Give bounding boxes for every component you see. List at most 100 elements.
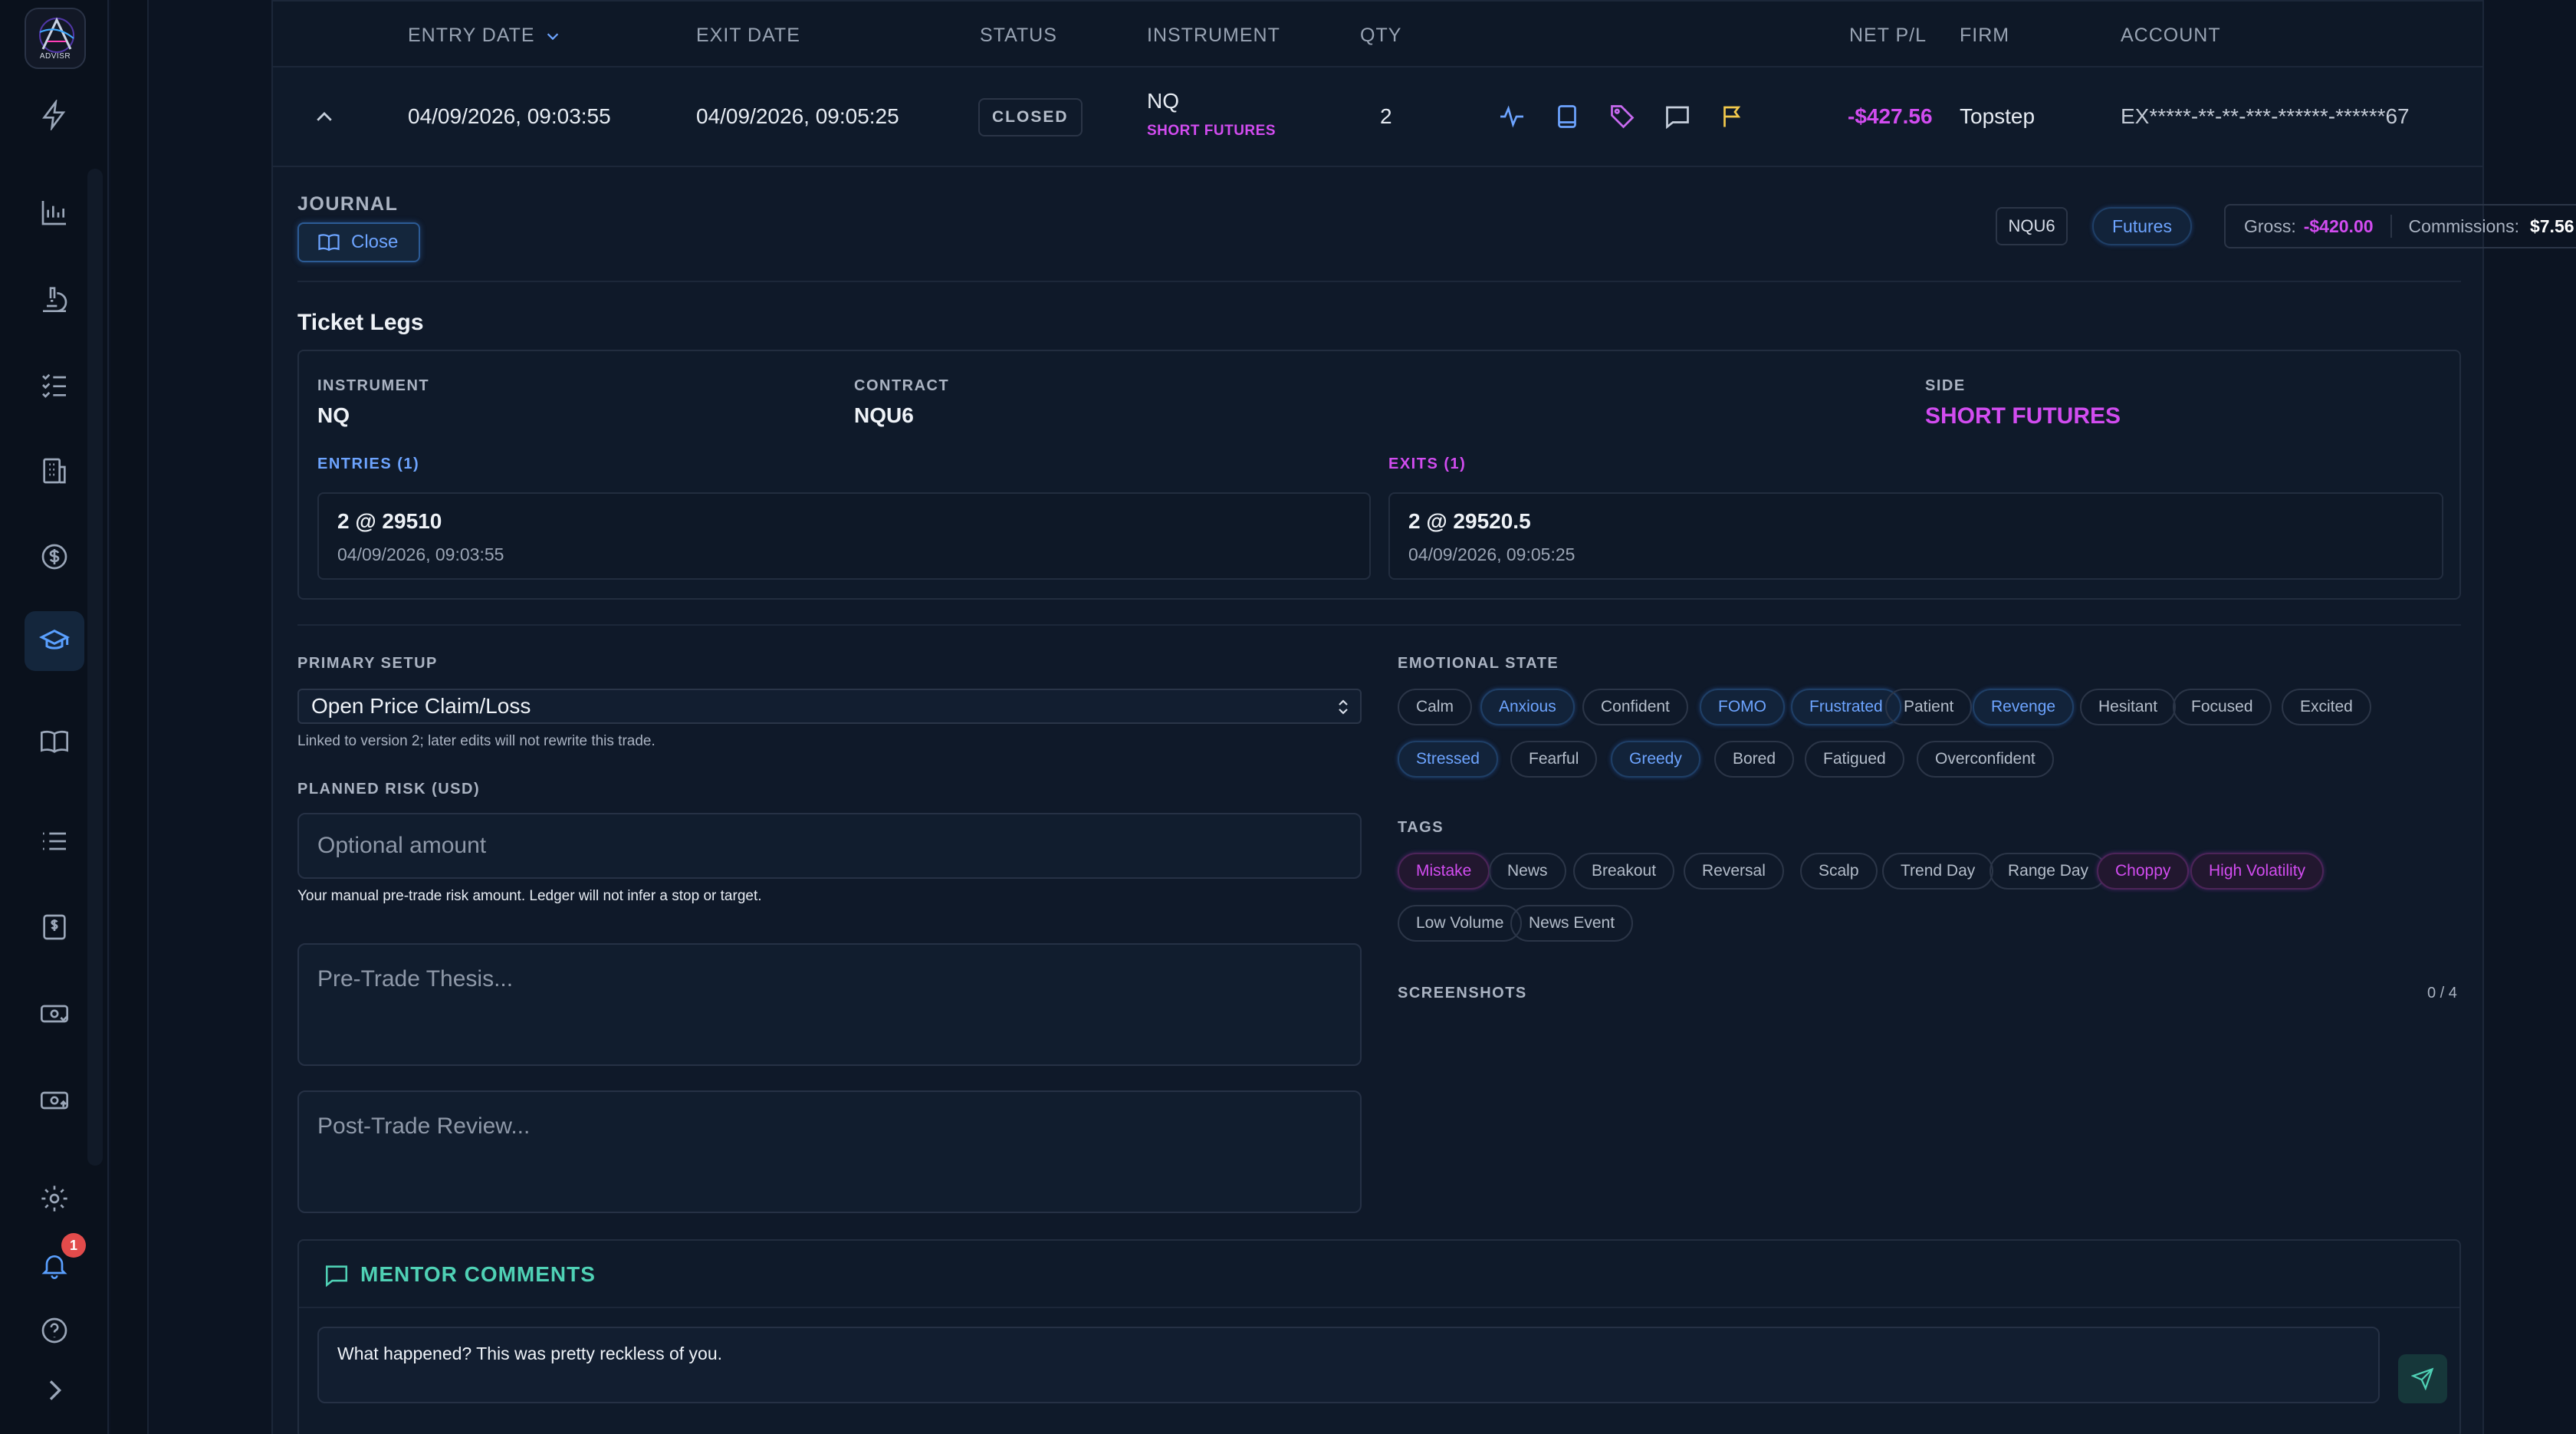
post-trade-review-textarea[interactable]: Post-Trade Review... xyxy=(297,1090,1362,1213)
th-status[interactable]: STATUS xyxy=(980,25,1057,47)
entry-leg: 2 @ 29510 04/09/2026, 09:03:55 xyxy=(317,492,1371,580)
gear-icon xyxy=(41,1186,67,1212)
leg-instrument-label: INSTRUMENT xyxy=(317,377,430,394)
tag-pill[interactable]: Trend Day xyxy=(1882,853,1994,890)
building-icon xyxy=(43,458,66,484)
tag-pill[interactable]: News Event xyxy=(1510,905,1634,942)
emotion-pill[interactable]: Patient xyxy=(1885,689,1973,725)
nav-help[interactable] xyxy=(25,1301,84,1360)
exit-time: 04/09/2026, 09:05:25 xyxy=(1408,544,1576,564)
tag-pill[interactable]: Low Volume xyxy=(1398,905,1523,942)
emotion-pill[interactable]: Confident xyxy=(1582,689,1688,725)
gross-value: -$420.00 xyxy=(2303,215,2374,236)
emotion-pill[interactable]: Bored xyxy=(1714,741,1795,778)
payout-icon xyxy=(41,1005,68,1023)
select-updown-icon xyxy=(1339,699,1348,715)
dollar-icon xyxy=(41,544,67,570)
divider xyxy=(2390,215,2392,238)
tag-pill[interactable]: Breakout xyxy=(1573,853,1675,890)
nav-bolt[interactable] xyxy=(25,85,84,145)
th-qty[interactable]: QTY xyxy=(1360,25,1401,47)
nav-settings[interactable] xyxy=(25,1169,84,1228)
close-label: Close xyxy=(351,232,399,252)
th-firm[interactable]: FIRM xyxy=(1960,25,2009,47)
emotion-pill[interactable]: Anxious xyxy=(1480,689,1575,725)
exit-leg: 2 @ 29520.5 04/09/2026, 09:05:25 xyxy=(1388,492,2443,580)
mentor-title: MENTOR COMMENTS xyxy=(360,1262,596,1286)
entry-fill: 2 @ 29510 xyxy=(337,509,442,533)
send-icon xyxy=(2411,1367,2434,1390)
sort-chevron-down-icon[interactable] xyxy=(544,28,561,44)
th-entry-date[interactable]: ENTRY DATE xyxy=(408,25,535,47)
planned-risk-input[interactable]: Optional amount xyxy=(297,813,1362,879)
activity-icon[interactable] xyxy=(1498,103,1526,130)
chevron-up-icon[interactable] xyxy=(313,106,336,129)
instrument-side-cell: SHORT FUTURES xyxy=(1147,123,1276,139)
th-net-pl[interactable]: NET P/L xyxy=(1849,25,1927,47)
emotion-pill[interactable]: Fatigued xyxy=(1805,741,1904,778)
tag-pill[interactable]: High Volatility xyxy=(2190,853,2325,890)
tag-pill[interactable]: Reversal xyxy=(1684,853,1784,890)
divider xyxy=(297,624,2461,626)
nav-education[interactable] xyxy=(25,611,84,671)
emotion-pill[interactable]: Fearful xyxy=(1510,741,1598,778)
emotion-pill[interactable]: Calm xyxy=(1398,689,1473,725)
tag-icon[interactable] xyxy=(1608,103,1636,130)
nav-research[interactable] xyxy=(25,268,84,328)
table-row[interactable]: 04/09/2026, 09:03:55 04/09/2026, 09:05:2… xyxy=(273,67,2482,167)
nav-analytics[interactable] xyxy=(25,183,84,242)
primary-setup-select[interactable]: Open Price Claim/Loss xyxy=(297,689,1362,724)
notebook-icon[interactable] xyxy=(1553,103,1581,130)
nav-list[interactable] xyxy=(25,811,84,871)
emotion-pill[interactable]: FOMO xyxy=(1700,689,1785,725)
tag-pill[interactable]: Mistake xyxy=(1398,853,1490,890)
emotion-pill[interactable]: Focused xyxy=(2173,689,2272,725)
tag-pill[interactable]: Range Day xyxy=(1990,853,2108,890)
tag-pill[interactable]: Choppy xyxy=(2097,853,2190,890)
th-account[interactable]: ACCOUNT xyxy=(2121,25,2221,47)
nav-expand[interactable] xyxy=(25,1360,84,1420)
comment-icon[interactable] xyxy=(1664,103,1691,130)
mentor-comment-input[interactable]: What happened? This was pretty reckless … xyxy=(317,1327,2380,1403)
emotion-pill[interactable]: Revenge xyxy=(1973,689,2075,725)
primary-setup-value: Open Price Claim/Loss xyxy=(311,694,531,718)
sidebar-scrollbar[interactable] xyxy=(87,169,103,1166)
planned-risk-note: Your manual pre-trade risk amount. Ledge… xyxy=(297,888,762,904)
flag-icon[interactable] xyxy=(1719,103,1746,130)
futures-badge: Futures xyxy=(2092,207,2192,245)
journal-close-button[interactable]: Close xyxy=(297,222,420,262)
pre-trade-thesis-textarea[interactable]: Pre-Trade Thesis... xyxy=(297,943,1362,1066)
th-instrument[interactable]: INSTRUMENT xyxy=(1147,25,1280,47)
nav-checklist[interactable] xyxy=(25,355,84,415)
exit-date-cell: 04/09/2026, 09:05:25 xyxy=(696,104,899,128)
emotion-pill[interactable]: Hesitant xyxy=(2080,689,2177,725)
tag-pill[interactable]: News xyxy=(1489,853,1566,890)
leg-side-label: SIDE xyxy=(1925,377,1966,394)
nav-cash[interactable] xyxy=(25,1071,84,1130)
cash-up-icon xyxy=(41,1091,68,1110)
nav-firms[interactable] xyxy=(25,441,84,501)
net-pl-cell: -$427.56 xyxy=(1848,104,1933,128)
content-rail xyxy=(110,0,149,1434)
screenshots-label: SCREENSHOTS xyxy=(1398,985,1527,1001)
nav-journal[interactable] xyxy=(25,712,84,771)
exits-label: EXITS (1) xyxy=(1388,456,1467,472)
nav-finance[interactable] xyxy=(25,527,84,587)
emotion-pill[interactable]: Greedy xyxy=(1611,741,1700,778)
app-logo[interactable]: ADVISR xyxy=(25,8,86,69)
nav-invoices[interactable] xyxy=(25,897,84,957)
divider xyxy=(297,281,2461,282)
open-book-icon xyxy=(318,234,340,252)
mentor-comment-text: What happened? This was pretty reckless … xyxy=(337,1344,723,1363)
th-exit-date[interactable]: EXIT DATE xyxy=(696,25,800,47)
account-cell: EX*****-**-**-***-******-******67 xyxy=(2121,104,2410,128)
nav-payouts[interactable] xyxy=(25,984,84,1044)
leg-instrument-value: NQ xyxy=(317,403,350,427)
emotion-pill[interactable]: Excited xyxy=(2282,689,2371,725)
send-comment-button[interactable] xyxy=(2398,1354,2447,1403)
graduation-cap-icon xyxy=(39,629,70,650)
tag-pill[interactable]: Scalp xyxy=(1800,853,1878,890)
emotion-pill[interactable]: Overconfident xyxy=(1917,741,2054,778)
entry-date-cell: 04/09/2026, 09:03:55 xyxy=(408,104,611,128)
emotion-pill[interactable]: Stressed xyxy=(1398,741,1498,778)
